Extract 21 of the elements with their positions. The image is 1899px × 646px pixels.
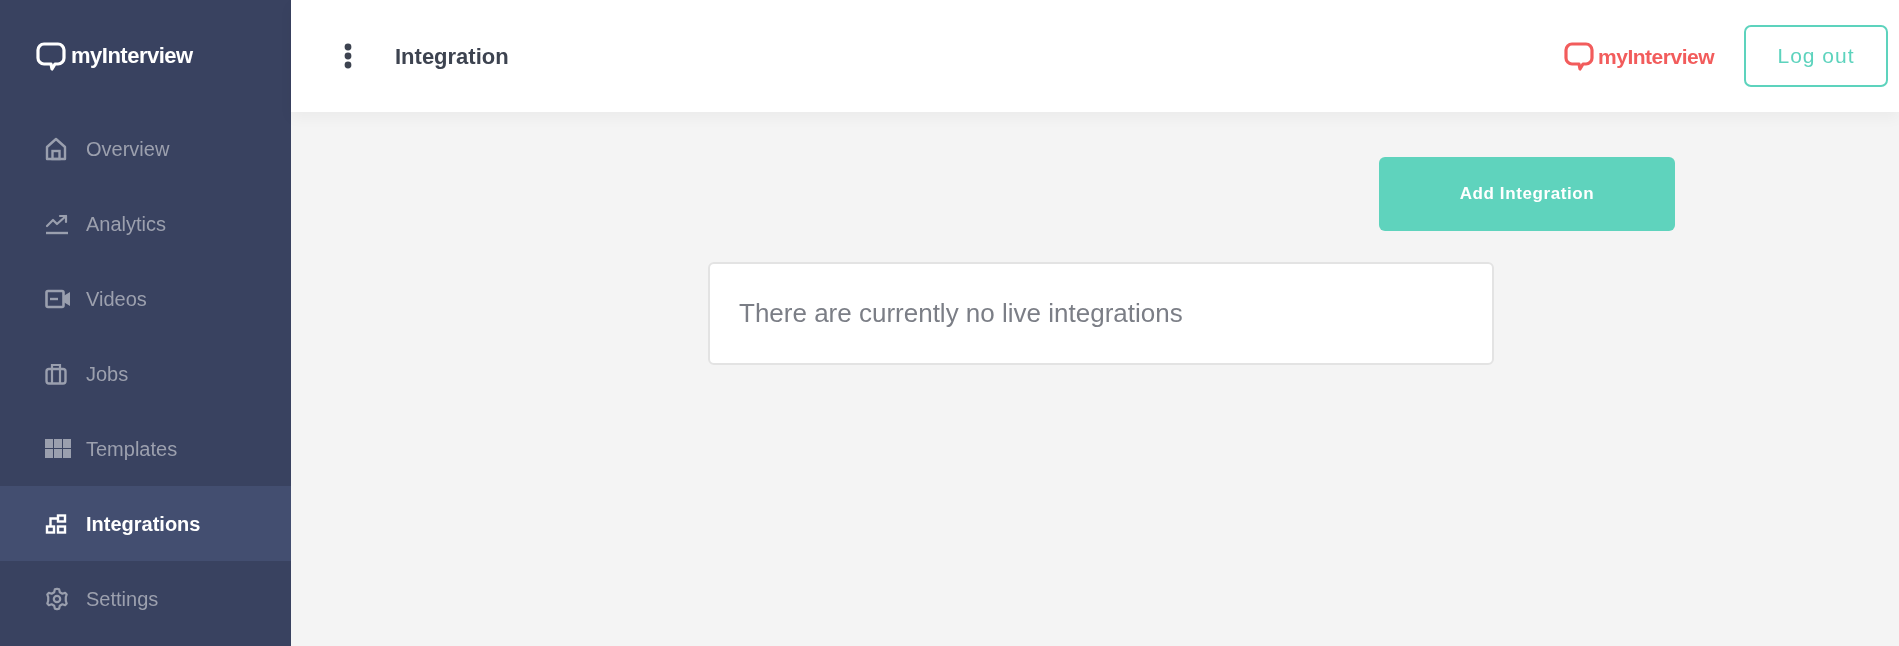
sidebar-item[interactable]: Analytics [0,186,291,261]
sidebar-item[interactable]: Overview [0,111,291,186]
empty-state-message: There are currently no live integrations [739,297,1183,330]
trend-line-icon [45,212,69,235]
kebab-menu-icon [344,43,352,69]
speech-bubble-logo-icon [36,40,66,71]
sidebar-item[interactable]: Integrations [0,486,291,561]
house-icon [45,136,67,161]
speech-bubble-logo-icon [1564,41,1595,71]
briefcase-icon [45,362,67,385]
video-camera-icon [45,288,71,309]
sidebar-item[interactable]: Settings [0,561,291,636]
sidebar-item[interactable]: Templates [0,411,291,486]
sidebar-item[interactable]: Jobs [0,336,291,411]
logo-wordmark: myInterview [71,44,193,67]
settings-icon [45,586,69,611]
connected-squares-icon [45,513,67,534]
page-title: Integration [395,42,509,71]
sidebar-item[interactable]: Videos [0,261,291,336]
logo-wordmark: myInterview [1598,45,1714,67]
grid-icon [45,439,71,458]
